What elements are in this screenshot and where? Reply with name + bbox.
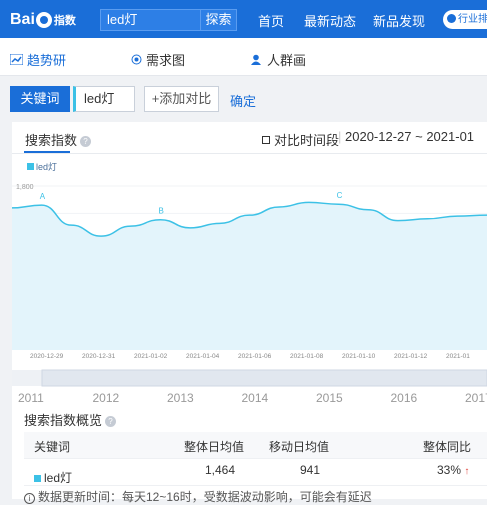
event-marker: A	[40, 192, 46, 201]
nav-new-products[interactable]: 新品发现	[373, 11, 425, 30]
nav-home[interactable]: 首页	[258, 11, 284, 30]
industry-ranking-label: 行业排行	[458, 14, 487, 25]
header-yoy: 整体同比	[423, 440, 472, 454]
row-overall: 1,464	[205, 463, 236, 477]
tab-crowd[interactable]: 人群画	[251, 50, 306, 69]
up-arrow-icon: ↑	[464, 466, 470, 477]
keyword-label: 关键词	[10, 86, 70, 112]
row-keyword-text: led灯	[44, 471, 73, 485]
sub-nav: 趋势研 需求图 人群画	[0, 38, 487, 76]
x-tick-label: 2021-01	[446, 353, 470, 360]
event-marker: B	[158, 207, 163, 216]
header-overall: 整体日均值	[184, 440, 245, 454]
x-tick-label: 2021-01-06	[238, 353, 272, 360]
keyword-controls: 关键词 led灯 +添加对比 确定	[0, 76, 487, 122]
row-mobile: 941	[300, 463, 321, 477]
x-tick-label: 2021-01-04	[186, 353, 220, 360]
baidu-index-logo[interactable]: Bai 指数	[10, 9, 76, 31]
series-area	[12, 202, 487, 350]
ranking-icon	[447, 14, 456, 23]
header-keyword: 关键词	[34, 440, 71, 454]
x-tick-label: 2021-01-02	[134, 353, 168, 360]
tab-trend[interactable]: 趋势研	[10, 50, 66, 69]
overview-title: 搜索指数概览?	[24, 410, 117, 429]
year-tick-label: 2015	[316, 391, 343, 404]
compare-period-label: 对比时间段	[274, 133, 340, 148]
divider: |	[338, 129, 342, 144]
header-mobile: 移动日均值	[269, 440, 330, 454]
keyword-field[interactable]: led灯	[73, 86, 135, 112]
logo-subtext: 指数	[53, 15, 76, 27]
row-yoy-text: 33%	[437, 463, 462, 477]
y-tick-label: 1,800	[16, 184, 34, 191]
tab-trend-label: 趋势研	[27, 53, 67, 68]
search-box: led灯 探索	[100, 9, 237, 31]
footnote: i 数据更新时间：每天12~16时，受数据波动影响，可能会有延迟	[24, 488, 372, 505]
year-tick-label: 2016	[391, 391, 418, 404]
year-tick-label: 2013	[167, 391, 194, 404]
x-tick-label: 2020-12-29	[30, 353, 64, 360]
radar-dot-icon	[131, 54, 142, 65]
year-tick-label: 2011	[18, 391, 44, 404]
x-tick-label: 2021-01-12	[394, 353, 428, 360]
top-bar: Bai 指数 led灯 探索 首页 最新动态 新品发现 行业排行	[0, 0, 487, 38]
date-range-picker[interactable]: 2020-12-27 ~ 2021-01	[345, 129, 474, 144]
explore-button[interactable]: 探索	[200, 10, 236, 30]
footnote-text: 数据更新时间：每天12~16时，受数据波动影响，可能会有延迟	[38, 490, 372, 504]
tab-crowd-label: 人群画	[267, 53, 307, 68]
row-yoy: 33% ↑	[437, 463, 469, 477]
card-title-text: 搜索指数	[25, 133, 78, 148]
help-icon[interactable]: ?	[80, 136, 92, 147]
add-compare-button[interactable]: +添加对比	[144, 86, 219, 112]
table-header: 关键词 整体日均值 移动日均值 整体同比	[24, 432, 487, 459]
search-input[interactable]: led灯	[101, 10, 200, 30]
year-tick-label: 2012	[93, 391, 120, 404]
overview-title-text: 搜索指数概览	[24, 413, 103, 428]
x-tick-label: 2020-12-31	[82, 353, 116, 360]
x-tick-label: 2021-01-08	[290, 353, 324, 360]
help-icon[interactable]: ?	[105, 416, 117, 427]
table-row: led灯 1,464 941 33% ↑	[24, 459, 487, 486]
tab-demand[interactable]: 需求图	[131, 50, 185, 69]
row-keyword: led灯	[34, 469, 72, 486]
compare-period-toggle[interactable]: 对比时间段	[262, 130, 339, 149]
paw-icon	[35, 12, 52, 28]
card-title: 搜索指数?	[25, 130, 92, 149]
year-tick-label: 2014	[242, 391, 269, 404]
trend-chart-icon	[10, 54, 23, 65]
search-index-chart[interactable]: 1,8001,5001,200900600300ABC2020-12-29202…	[12, 154, 487, 404]
checkbox-icon	[262, 136, 270, 144]
event-marker: C	[337, 191, 343, 200]
people-icon	[251, 54, 261, 65]
overview-table: 关键词 整体日均值 移动日均值 整体同比 led灯 1,464 941 33% …	[24, 432, 487, 486]
nav-latest[interactable]: 最新动态	[304, 11, 356, 30]
confirm-button[interactable]: 确定	[230, 91, 256, 110]
x-tick-label: 2021-01-10	[342, 353, 376, 360]
logo-text: Bai	[10, 11, 35, 28]
range-selector	[41, 369, 487, 387]
industry-ranking-button[interactable]: 行业排行	[443, 10, 487, 29]
keyword-swatch	[34, 475, 41, 482]
year-tick-label: 2017	[465, 391, 487, 404]
tab-demand-label: 需求图	[146, 53, 186, 68]
